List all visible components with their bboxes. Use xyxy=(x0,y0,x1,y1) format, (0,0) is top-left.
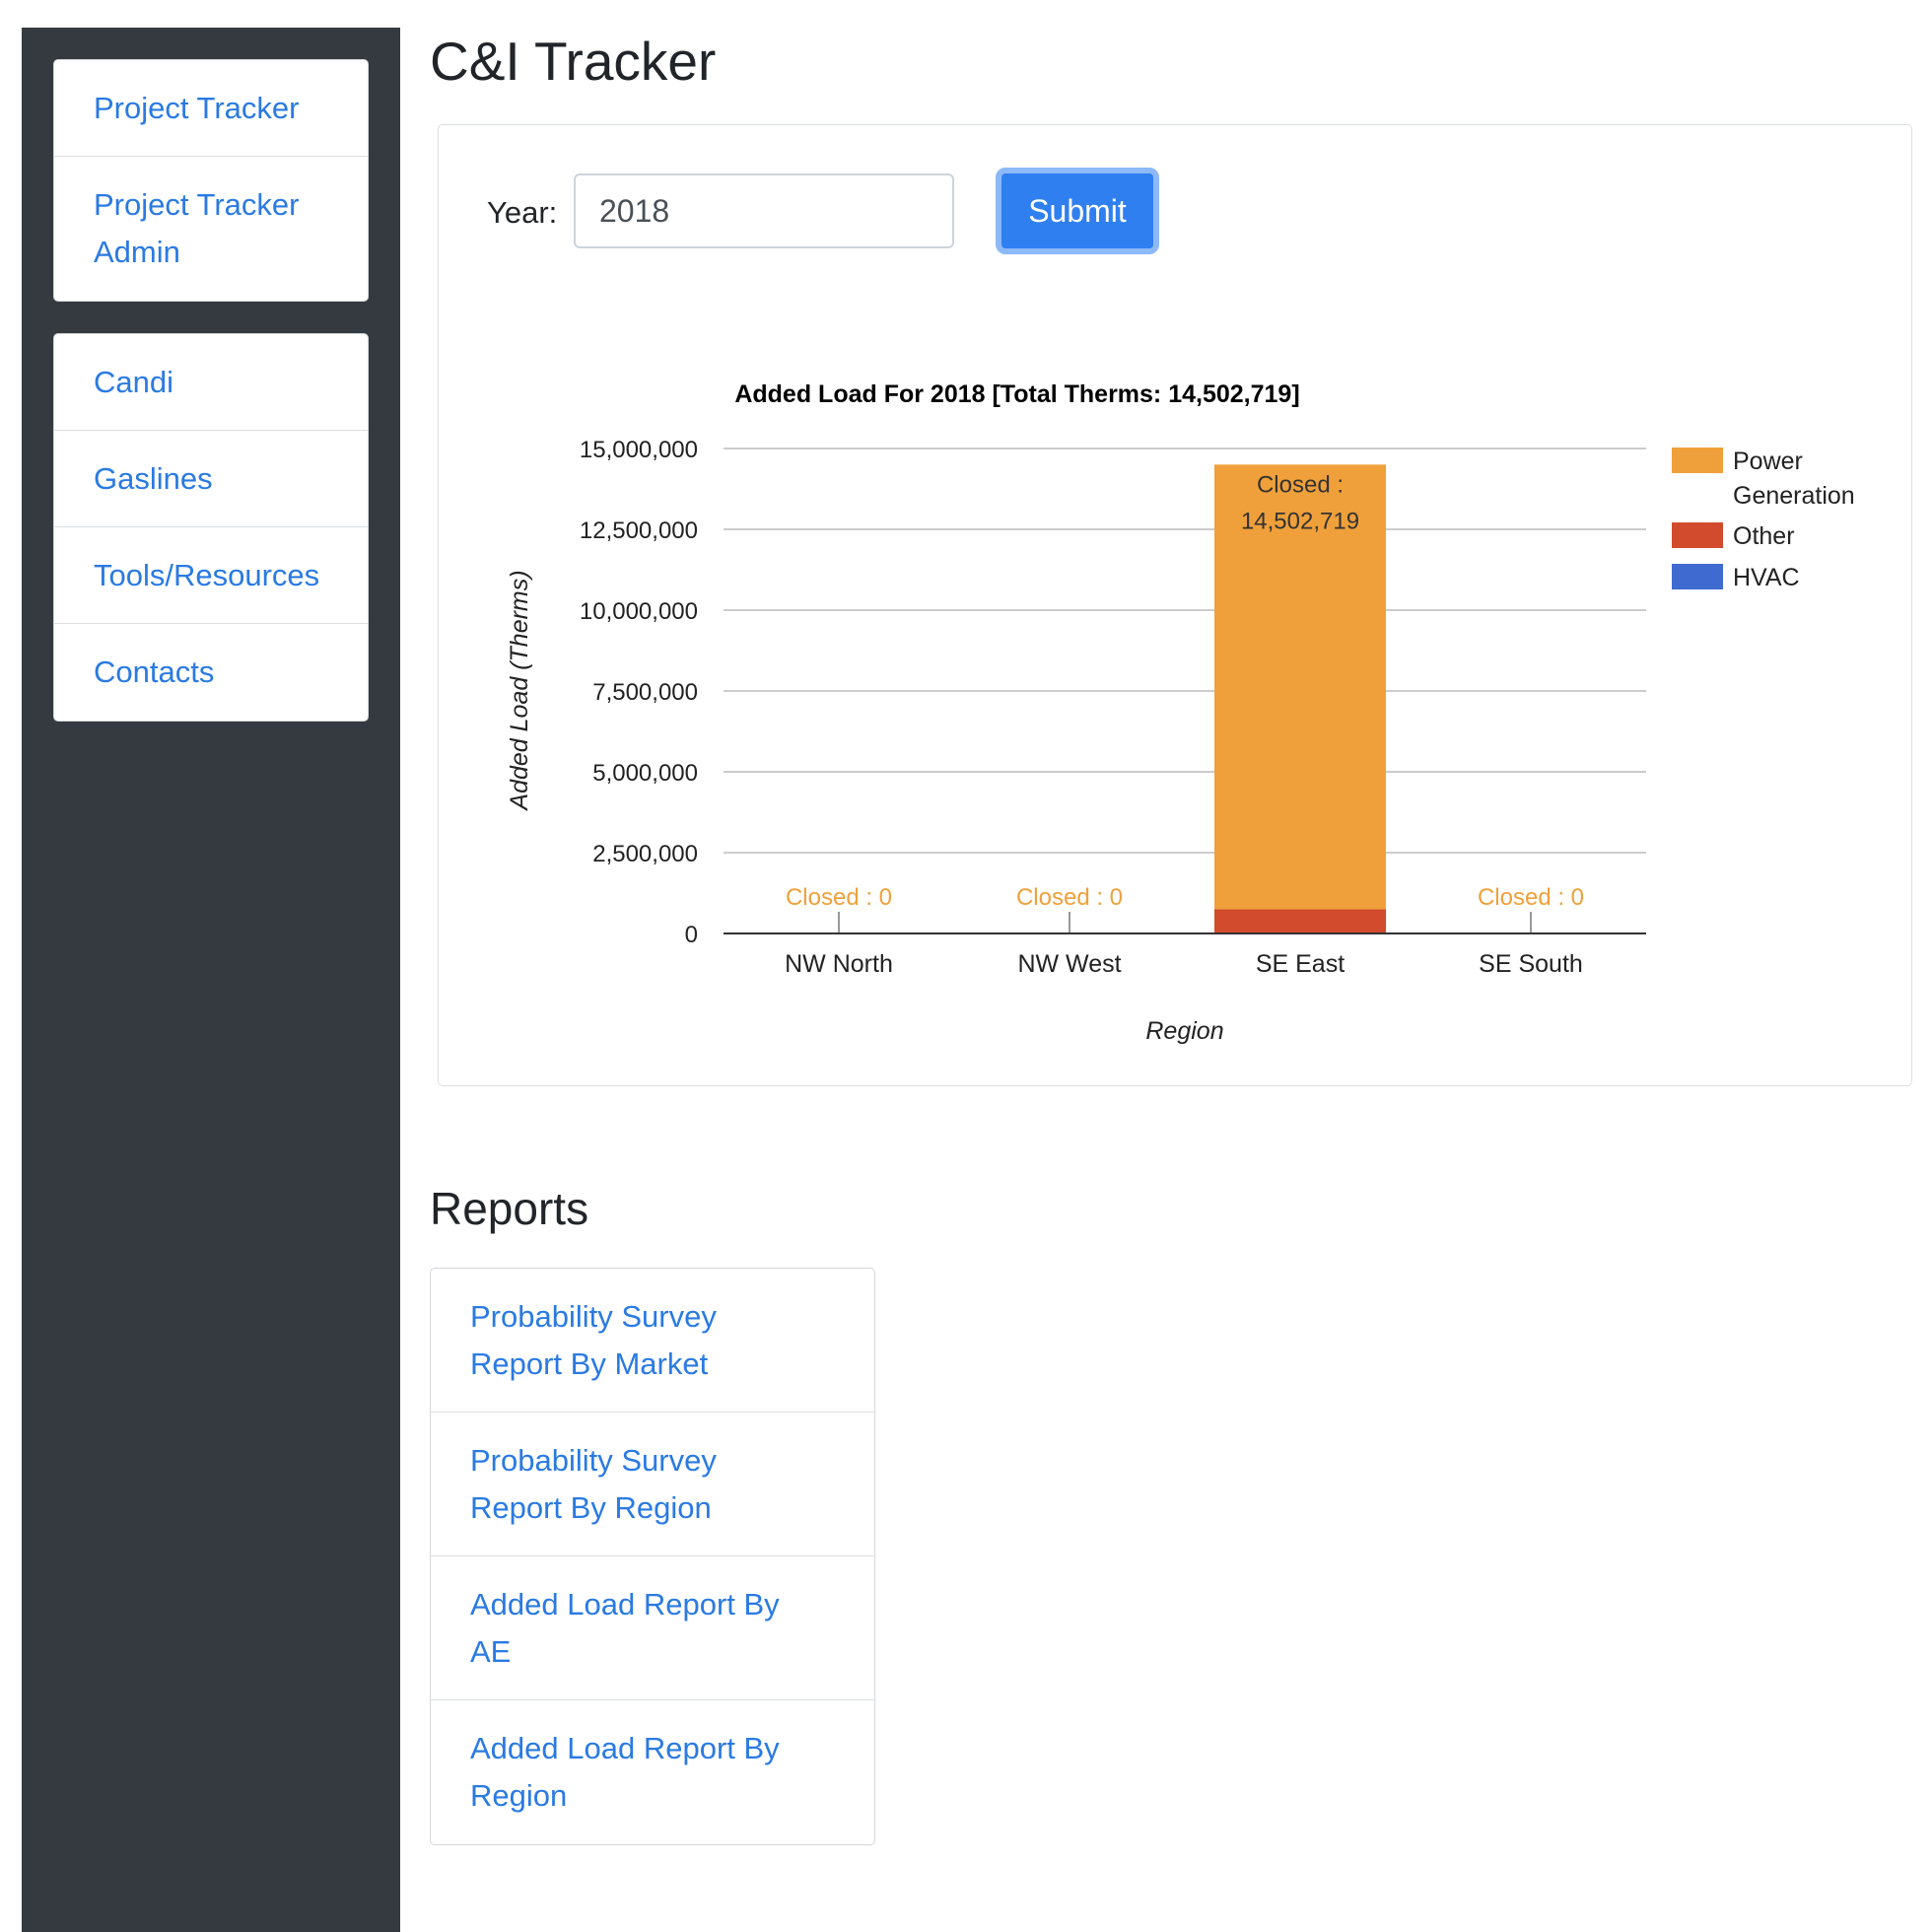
bar-annotation: Closed : 0 xyxy=(1016,884,1123,911)
legend-swatch xyxy=(1672,522,1723,548)
report-added-load-by-ae[interactable]: Added Load Report By AE xyxy=(431,1556,874,1700)
sidebar-item-gaslines[interactable]: Gaslines xyxy=(54,431,368,527)
report-link-label[interactable]: Added Load Report By Region xyxy=(470,1725,805,1820)
sidebar-item-tools-resources[interactable]: Tools/Resources xyxy=(54,527,368,624)
y-tick-label: 0 xyxy=(685,922,698,948)
page-title: C&I Tracker xyxy=(430,31,717,92)
report-added-load-by-region[interactable]: Added Load Report By Region xyxy=(431,1700,874,1844)
y-tick-label: 5,000,000 xyxy=(592,760,698,787)
x-tick-label: SE South xyxy=(1479,950,1583,978)
sidebar-item-label[interactable]: Gaslines xyxy=(94,455,213,503)
sidebar: Project Tracker Project Tracker Admin Ca… xyxy=(22,28,400,1932)
report-probability-survey-by-market[interactable]: Probability Survey Report By Market xyxy=(431,1269,874,1413)
x-tick-label: NW North xyxy=(785,950,893,978)
legend-swatch xyxy=(1672,448,1723,473)
report-link-label[interactable]: Added Load Report By AE xyxy=(470,1581,805,1676)
legend-label: Other xyxy=(1733,522,1795,550)
bar-other xyxy=(1214,909,1386,933)
sidebar-item-label[interactable]: Candi xyxy=(94,359,173,406)
bar-annotation-value: 14,502,719 xyxy=(1241,508,1359,534)
report-probability-survey-by-region[interactable]: Probability Survey Report By Region xyxy=(431,1413,874,1556)
submit-button[interactable]: Submit xyxy=(996,168,1159,254)
chart-title: Added Load For 2018 [Total Therms: 14,50… xyxy=(734,380,1299,408)
legend-swatch xyxy=(1672,564,1723,589)
sidebar-nav-secondary: Candi Gaslines Tools/Resources Contacts xyxy=(53,333,369,722)
y-tick-label: 15,000,000 xyxy=(580,437,698,463)
y-tick-label: 7,500,000 xyxy=(592,679,698,706)
report-link-label[interactable]: Probability Survey Report By Region xyxy=(470,1437,766,1532)
report-link-label[interactable]: Probability Survey Report By Market xyxy=(470,1293,766,1388)
sidebar-item-label[interactable]: Project Tracker Admin xyxy=(94,181,328,276)
reports-title: Reports xyxy=(430,1183,589,1234)
year-input[interactable] xyxy=(574,173,954,248)
year-label: Year: xyxy=(487,195,558,230)
sidebar-item-project-tracker-admin[interactable]: Project Tracker Admin xyxy=(54,157,368,301)
bar-annotation: Closed : 0 xyxy=(786,884,892,911)
sidebar-item-contacts[interactable]: Contacts xyxy=(54,624,368,721)
sidebar-item-label[interactable]: Tools/Resources xyxy=(94,552,319,599)
x-tick-label: NW West xyxy=(1017,950,1121,978)
y-tick-label: 10,000,000 xyxy=(580,598,698,625)
sidebar-item-candi[interactable]: Candi xyxy=(54,334,368,431)
legend-label: HVAC xyxy=(1733,564,1800,591)
bar-annotation: Closed : 0 xyxy=(1478,884,1584,911)
y-tick-label: 12,500,000 xyxy=(580,518,698,544)
reports-list: Probability Survey Report By Market Prob… xyxy=(430,1268,875,1845)
y-axis-label: Added Load (Therms) xyxy=(506,570,533,811)
sidebar-item-label[interactable]: Project Tracker xyxy=(94,85,299,132)
sidebar-item-label[interactable]: Contacts xyxy=(94,649,214,696)
sidebar-item-project-tracker[interactable]: Project Tracker xyxy=(54,60,368,157)
x-axis-label: Region xyxy=(1145,1017,1223,1045)
sidebar-nav-primary: Project Tracker Project Tracker Admin xyxy=(53,59,369,302)
x-tick-label: SE East xyxy=(1256,950,1345,978)
y-tick-label: 2,500,000 xyxy=(592,841,698,867)
bar-annotation-prefix: Closed : xyxy=(1257,471,1344,498)
